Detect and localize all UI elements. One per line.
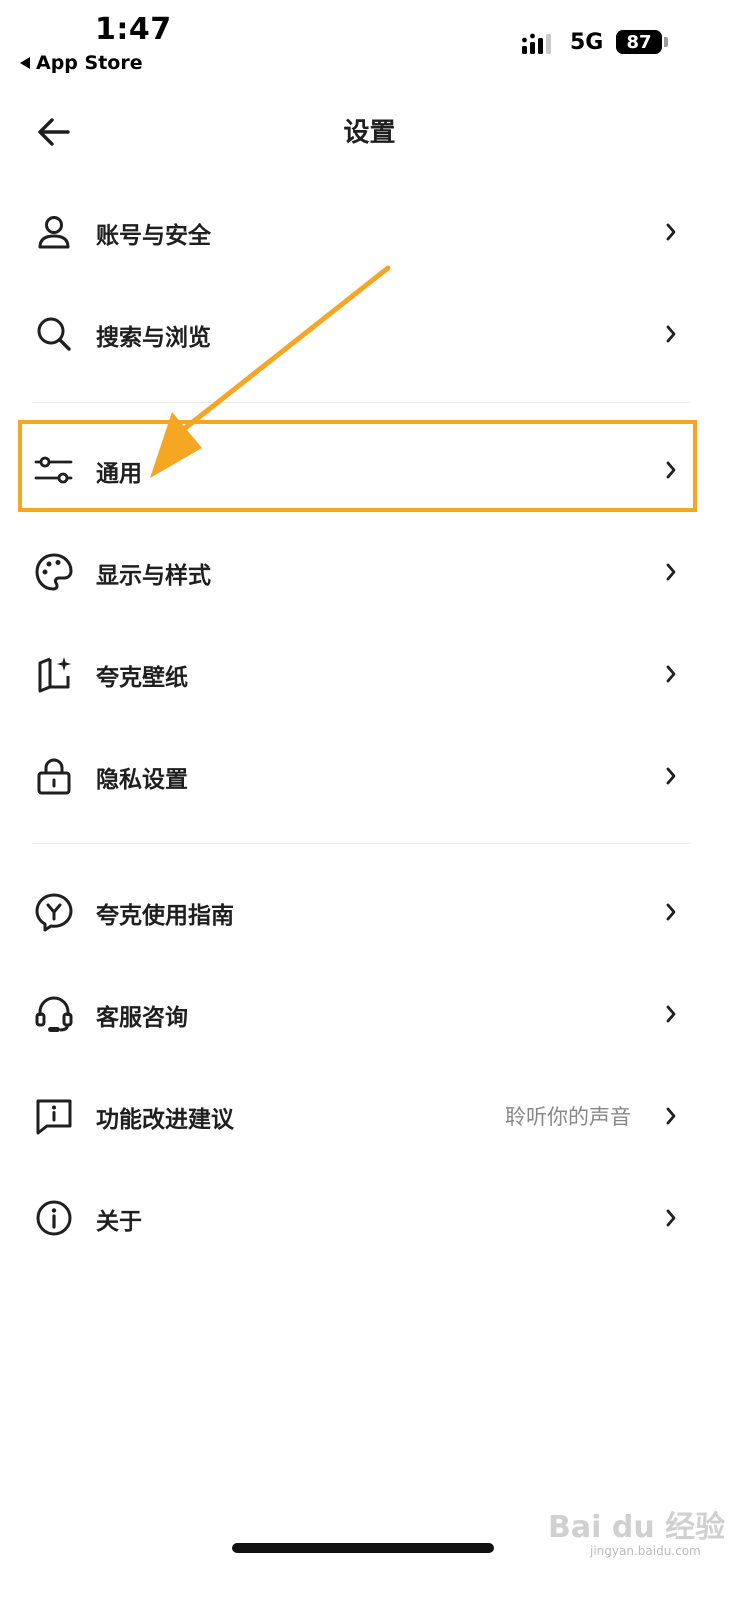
settings-row-wallpaper[interactable]: 夸克壁纸 [0,634,739,714]
chevron-right-icon [666,1209,676,1227]
chevron-right-icon [666,767,676,785]
settings-row-user-guide[interactable]: 夸克使用指南 [0,872,739,952]
row-label: 功能改进建议 [96,1107,234,1133]
settings-row-search-browse[interactable]: 搜索与浏览 [0,294,739,374]
signal-strength-icon [522,33,551,54]
row-label: 客服咨询 [96,1005,188,1031]
settings-row-customer-service[interactable]: 客服咨询 [0,974,739,1054]
chevron-right-icon [666,223,676,241]
info-icon [36,1200,72,1236]
group-divider [32,402,690,403]
network-type: 5G [570,30,604,55]
guide-icon [35,893,73,932]
chevron-right-icon [666,903,676,921]
search-icon [37,317,71,351]
row-label: 夸克使用指南 [96,903,234,929]
user-icon [38,216,70,249]
battery-icon: 87 [616,30,662,54]
battery-tip [664,37,668,47]
baidu-watermark-url: jingyan.baidu.com [590,1544,701,1558]
lock-icon [37,758,71,795]
row-label: 关于 [96,1209,142,1235]
chevron-right-icon [666,1005,676,1023]
settings-row-feedback[interactable]: 功能改进建议 聆听你的声音 [0,1076,739,1156]
settings-row-about[interactable]: 关于 [0,1178,739,1258]
row-label: 账号与安全 [96,223,211,249]
chevron-right-icon [666,325,676,343]
back-triangle-icon [20,57,30,69]
headset-icon [35,996,73,1032]
status-time: 1:47 [95,12,172,47]
feedback-icon [36,1099,72,1135]
settings-row-privacy[interactable]: 隐私设置 [0,736,739,816]
chevron-right-icon [666,563,676,581]
row-label: 显示与样式 [96,563,211,589]
palette-icon [35,553,73,591]
highlight-box [18,420,697,512]
group-divider [32,843,690,844]
page-title: 设置 [343,118,396,148]
chevron-right-icon [666,665,676,683]
wallpaper-icon [38,657,71,693]
settings-row-display-style[interactable]: 显示与样式 [0,532,739,612]
baidu-watermark-logo: Bai du 经验 [548,1510,726,1545]
row-label: 搜索与浏览 [96,325,211,351]
home-indicator [232,1543,494,1553]
back-app-label: App Store [36,52,143,74]
battery-level: 87 [626,31,652,53]
row-value: 聆听你的声音 [505,1105,631,1129]
chevron-right-icon [666,1107,676,1125]
row-label: 夸克壁纸 [96,665,188,691]
back-to-app-store-link[interactable]: App Store [20,52,143,74]
row-label: 隐私设置 [96,767,188,793]
settings-row-account-security[interactable]: 账号与安全 [0,192,739,272]
